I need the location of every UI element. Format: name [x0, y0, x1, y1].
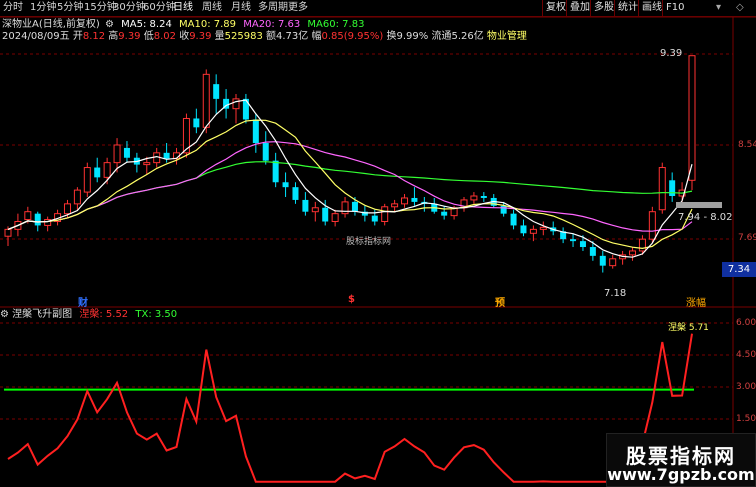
- candle-body: [381, 206, 389, 223]
- price-axis-label: 7.69: [738, 233, 756, 243]
- candle-body: [441, 211, 448, 216]
- candle-body: [213, 84, 220, 99]
- candle-body: [322, 207, 329, 222]
- current-price-tag: 7.34: [722, 262, 756, 277]
- sub-chart-name: 涅槃飞升副图: [12, 309, 73, 320]
- ma20-line: [7, 141, 693, 232]
- sub-line2-value: 3.50: [154, 309, 178, 320]
- candle-body: [123, 147, 130, 158]
- candle-body: [272, 160, 279, 183]
- range-annotation: 7.94 - 8.02: [678, 212, 733, 223]
- sub-line2-label: TX: [135, 309, 149, 320]
- candle-body: [539, 226, 547, 230]
- candle-body: [232, 98, 240, 110]
- candle-body: [599, 255, 606, 266]
- candle-body: [302, 199, 309, 212]
- candle-body: [292, 187, 299, 200]
- candle-body: [83, 167, 91, 193]
- candle-body: [24, 211, 32, 221]
- limit-up-tag[interactable]: 涨幅: [686, 294, 706, 309]
- candle-body: [371, 215, 378, 222]
- candle-body: [202, 73, 210, 128]
- forecast-tag[interactable]: 预: [495, 294, 505, 309]
- price-axis-label: 8.54: [738, 140, 756, 150]
- candle-body: [94, 167, 101, 178]
- logo-url: www.7gpzb.com: [607, 465, 755, 484]
- candle-body: [520, 225, 527, 234]
- sub-chart-annotation: 涅槃 5.71: [668, 323, 709, 333]
- nirvana-line: [7, 333, 693, 483]
- candle-body: [480, 196, 487, 198]
- sub-chart-settings-icon[interactable]: ⚙: [0, 309, 9, 320]
- candle-body: [570, 239, 577, 242]
- candle-body: [63, 203, 71, 215]
- candle-body: [4, 228, 12, 237]
- candle-body: [262, 143, 269, 161]
- sub-axis-label: 3.00: [736, 382, 756, 392]
- candle-body: [113, 144, 121, 164]
- low-annotation: 7.18: [604, 288, 627, 299]
- candle-body: [73, 189, 81, 205]
- ma10-line: [7, 119, 693, 250]
- ma5-line: [7, 99, 693, 258]
- candle-body: [500, 205, 507, 214]
- candle-body: [589, 247, 596, 256]
- candle-body: [401, 197, 409, 205]
- candle-body: [411, 197, 418, 202]
- candle-body: [193, 118, 200, 128]
- sub-line1-label: 涅槃: [79, 309, 100, 320]
- candle-body: [34, 213, 41, 226]
- candle-body: [579, 241, 586, 248]
- candle-body: [311, 207, 319, 213]
- candle-body: [669, 180, 676, 196]
- candle-body: [143, 162, 151, 166]
- candle-body: [638, 238, 646, 252]
- candle-body: [529, 228, 537, 234]
- candle-body: [282, 182, 289, 188]
- dividend-tag[interactable]: $: [348, 294, 355, 305]
- sub-axis-label: 1.50: [736, 414, 756, 424]
- sub-chart-title: ⚙ 涅槃飞升副图 涅槃: 5.52 TX: 3.50: [0, 309, 178, 320]
- watermark: 股标指标网: [346, 237, 392, 247]
- candle-body: [391, 203, 399, 208]
- candle-body: [609, 258, 617, 267]
- site-logo: 股票指标网 www.7gpzb.com: [606, 433, 756, 487]
- range-bar: [676, 202, 722, 208]
- candle-body: [658, 167, 666, 211]
- candle-body: [470, 195, 478, 201]
- sub-axis-label: 6.00: [736, 318, 756, 328]
- sub-line1-value: 5.52: [105, 309, 129, 320]
- candle-body: [331, 213, 339, 223]
- finance-tag[interactable]: 财: [78, 294, 88, 309]
- high-annotation: 9.39: [660, 48, 683, 59]
- candle-body: [252, 119, 259, 144]
- candle-body: [629, 250, 637, 256]
- candle-body: [163, 152, 170, 159]
- candle-body: [648, 211, 656, 240]
- sub-axis-label: 4.50: [736, 350, 756, 360]
- candle-body: [103, 162, 111, 178]
- candle-body: [351, 201, 358, 212]
- candle-body: [510, 213, 517, 226]
- candle-body: [688, 55, 696, 181]
